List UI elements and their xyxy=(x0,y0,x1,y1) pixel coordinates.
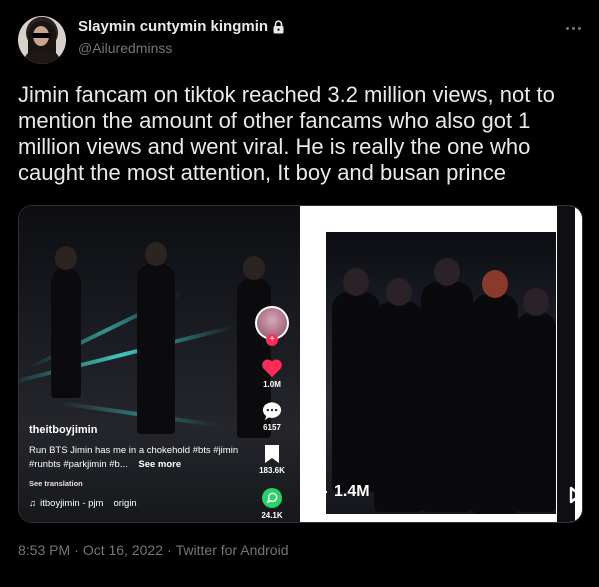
video-frame-right xyxy=(326,232,556,514)
media-grid: + 1.0M 6157 183.6K 24.1K theitboyjimin R… xyxy=(18,205,583,523)
heart-icon xyxy=(261,358,283,378)
user-handle[interactable]: @Ailuredminss xyxy=(78,40,285,56)
tweet-source[interactable]: Twitter for Android xyxy=(176,542,289,558)
see-translation-link[interactable]: See translation xyxy=(29,479,83,488)
tweet-time[interactable]: 8:53 PM xyxy=(18,542,70,558)
see-more-link[interactable]: See more xyxy=(138,459,181,470)
sound-name: itboyjimin - pjm xyxy=(40,498,104,509)
separator: · xyxy=(166,542,172,558)
tiktok-username: theitboyjimin xyxy=(29,424,98,436)
like-count: 1.0M xyxy=(263,380,281,389)
play-icon xyxy=(312,483,328,501)
video-thumbnail[interactable]: 1.4M xyxy=(304,206,582,522)
comment-button[interactable]: 6157 xyxy=(261,401,283,432)
tweet: Slaymin cuntymin kingmin @Ailuredminss J… xyxy=(0,0,599,587)
tiktok-caption-text: Run BTS Jimin has me in a chokehold #bts… xyxy=(29,445,239,470)
display-name-link[interactable]: Slaymin cuntymin kingmin xyxy=(78,18,285,35)
follow-plus-icon[interactable]: + xyxy=(266,334,278,346)
bookmark-icon xyxy=(263,444,281,464)
user-info: Slaymin cuntymin kingmin @Ailuredminss xyxy=(78,18,285,56)
separator: · xyxy=(74,542,79,558)
play-icon xyxy=(569,486,582,509)
whatsapp-share-icon xyxy=(261,487,283,509)
tiktok-sound[interactable]: ♫ itboyjimin - pjm origin xyxy=(29,498,137,509)
display-name: Slaymin cuntymin kingmin xyxy=(78,18,269,35)
tiktok-caption: Run BTS Jimin has me in a chokehold #bts… xyxy=(29,444,254,472)
music-note-icon: ♫ xyxy=(29,498,37,509)
comment-icon xyxy=(261,401,283,421)
share-button[interactable]: 24.1K xyxy=(261,487,283,520)
comment-count: 6157 xyxy=(263,423,281,432)
tweet-date[interactable]: Oct 16, 2022 xyxy=(83,542,163,558)
tiktok-actions: + 1.0M 6157 183.6K 24.1K xyxy=(252,306,292,520)
user-avatar[interactable] xyxy=(18,16,66,64)
like-button[interactable]: 1.0M xyxy=(261,358,283,389)
sound-origin: origin xyxy=(113,498,137,509)
save-button[interactable]: 183.6K xyxy=(259,444,285,475)
tweet-metadata: 8:53 PM · Oct 16, 2022 · Twitter for And… xyxy=(18,542,288,558)
save-count: 183.6K xyxy=(259,466,285,475)
view-count-badge: 1.4M xyxy=(312,483,370,501)
view-count: 1.4M xyxy=(334,483,370,500)
more-horizontal-icon[interactable] xyxy=(563,20,583,36)
lock-icon xyxy=(272,19,285,34)
tweet-text: Jimin fancam on tiktok reached 3.2 milli… xyxy=(18,82,555,185)
share-count: 24.1K xyxy=(261,511,283,520)
tiktok-video-thumbnail[interactable]: + 1.0M 6157 183.6K 24.1K theitboyjimin R… xyxy=(19,206,300,522)
